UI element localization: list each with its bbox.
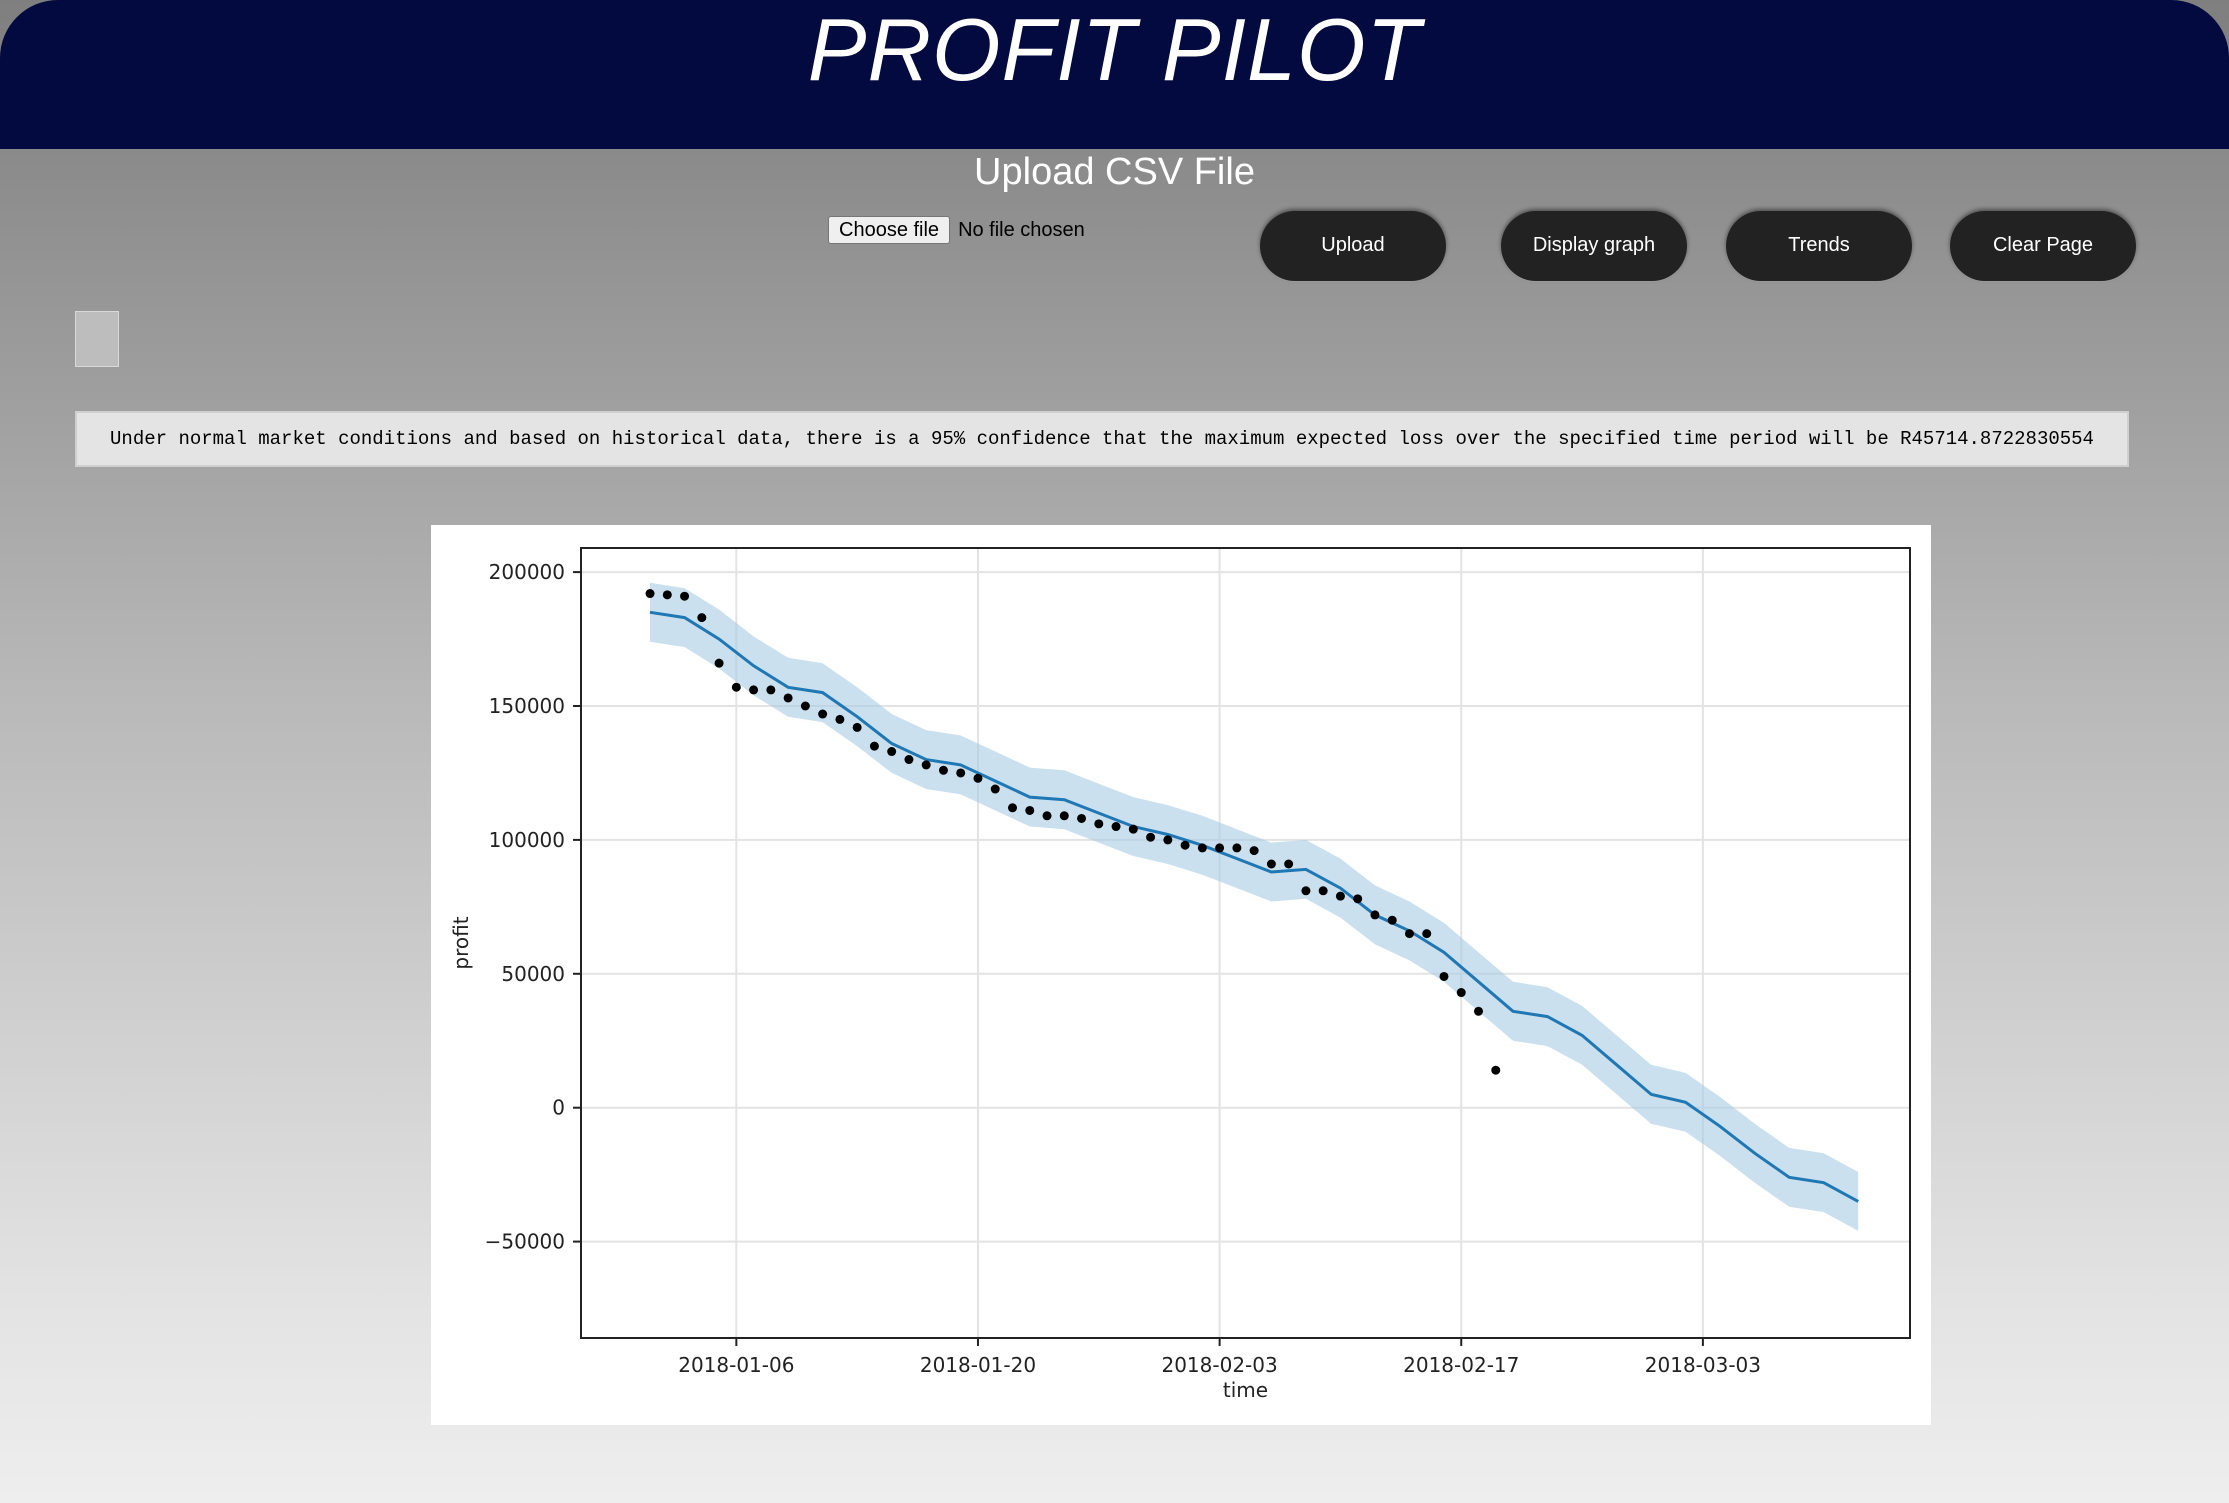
file-input[interactable]: Choose file No file chosen — [828, 215, 1085, 245]
data-point — [766, 685, 776, 695]
x-tick-label: 2018-02-03 — [1161, 1353, 1277, 1377]
data-point — [1266, 859, 1276, 869]
data-point — [1077, 813, 1087, 823]
data-point — [1353, 894, 1363, 904]
brand-title: PROFIT PILOT — [807, 0, 1422, 99]
y-tick-label: 50000 — [501, 962, 565, 986]
app-header: PROFIT PILOT — [0, 0, 2229, 149]
data-point — [1404, 929, 1414, 939]
data-point — [800, 701, 810, 711]
file-status-text: No file chosen — [958, 218, 1085, 241]
data-point — [818, 709, 828, 719]
data-point — [1249, 846, 1259, 856]
data-point — [1318, 886, 1328, 896]
data-point — [887, 747, 897, 757]
clear-page-button[interactable]: Clear Page — [1950, 211, 2136, 281]
data-point — [1456, 988, 1466, 998]
data-point — [1370, 910, 1380, 920]
data-point — [1439, 971, 1449, 981]
trends-button[interactable]: Trends — [1726, 211, 1912, 281]
data-point — [645, 589, 655, 599]
data-point — [904, 755, 914, 765]
choose-file-button[interactable]: Choose file — [828, 216, 951, 244]
data-point — [731, 682, 741, 692]
y-tick-label: −50000 — [485, 1230, 565, 1254]
data-point — [1422, 929, 1432, 939]
data-point — [1301, 886, 1311, 896]
uncertainty-band — [650, 582, 1859, 1231]
data-point — [662, 590, 672, 600]
data-point — [1128, 824, 1138, 834]
data-point — [1491, 1065, 1501, 1075]
display-graph-button[interactable]: Display graph — [1501, 211, 1687, 281]
x-axis-label: time — [1223, 1378, 1268, 1402]
data-point — [1215, 843, 1225, 853]
data-point — [1146, 832, 1156, 842]
data-point — [1180, 840, 1190, 850]
data-point — [1042, 811, 1052, 821]
data-point — [990, 784, 1000, 794]
x-tick-label: 2018-03-03 — [1645, 1353, 1761, 1377]
upload-heading: Upload CSV File — [974, 151, 1255, 193]
data-point — [1163, 835, 1173, 845]
y-tick-label: 100000 — [489, 828, 565, 852]
data-point — [1232, 843, 1242, 853]
x-tick-label: 2018-01-20 — [920, 1353, 1036, 1377]
data-point — [1335, 891, 1345, 901]
data-point — [921, 760, 931, 770]
y-tick-label: 0 — [552, 1096, 565, 1120]
data-point — [938, 765, 948, 775]
x-tick-label: 2018-01-06 — [678, 1353, 794, 1377]
data-point — [1111, 822, 1121, 832]
var-result-message: Under normal market conditions and based… — [75, 411, 2129, 467]
y-tick-label: 200000 — [489, 560, 565, 584]
data-point — [1474, 1006, 1484, 1016]
data-point — [956, 768, 966, 778]
forecast-chart-panel: 200000 150000 100000 50000 0 −50000 2018-01-06… — [431, 525, 1931, 1425]
data-point — [749, 685, 759, 695]
x-tick-label: 2018-02-17 — [1403, 1353, 1519, 1377]
data-point — [1197, 843, 1207, 853]
data-point — [835, 714, 845, 724]
data-point — [1007, 803, 1017, 813]
data-point — [1284, 859, 1294, 869]
data-point — [783, 693, 793, 703]
upload-button[interactable]: Upload — [1260, 211, 1446, 281]
data-point — [1387, 915, 1397, 925]
y-tick-label: 150000 — [489, 694, 565, 718]
data-point — [852, 722, 862, 732]
data-point — [973, 773, 983, 783]
data-point — [1025, 805, 1035, 815]
data-point — [697, 613, 707, 623]
data-point — [1094, 819, 1104, 829]
data-point — [869, 741, 879, 751]
data-point — [680, 591, 690, 601]
data-point — [1059, 811, 1069, 821]
empty-output-box — [75, 311, 119, 367]
y-axis-label: profit — [449, 916, 473, 969]
forecast-chart: 200000 150000 100000 50000 0 −50000 2018-01-06… — [449, 547, 1911, 1402]
data-point — [714, 658, 724, 668]
